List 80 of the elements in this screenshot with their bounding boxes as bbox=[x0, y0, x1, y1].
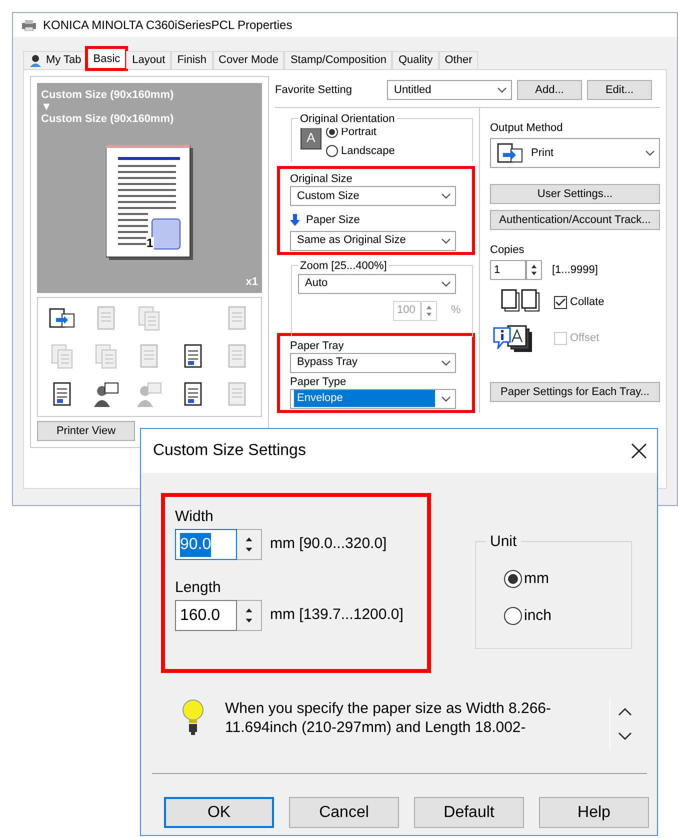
tab[interactable]: Stamp/Composition bbox=[284, 51, 392, 69]
copies-field[interactable]: 1 bbox=[490, 260, 526, 280]
checkbox[interactable] bbox=[554, 296, 567, 308]
orientation-letter: A bbox=[306, 130, 316, 145]
printer-icon bbox=[497, 142, 523, 164]
radio-label: mm bbox=[524, 569, 549, 589]
scroll-up-icon[interactable] bbox=[618, 707, 632, 716]
dialog-title: Custom Size Settings bbox=[153, 441, 306, 461]
caret-icon bbox=[441, 192, 451, 200]
range-label: [1...9999] bbox=[552, 262, 598, 278]
button[interactable]: Add... bbox=[517, 80, 582, 100]
caret-icon bbox=[441, 236, 451, 244]
radio-label: inch bbox=[524, 606, 552, 626]
group-title: Original Orientation bbox=[298, 111, 397, 128]
printer-view-button[interactable]: Printer View bbox=[37, 421, 135, 441]
field-label: Paper Type bbox=[290, 376, 348, 388]
spin-buttons[interactable] bbox=[526, 260, 542, 280]
lightbulb-icon bbox=[181, 699, 205, 737]
radio-button[interactable] bbox=[504, 570, 522, 588]
field-label: Favorite Setting bbox=[275, 82, 354, 98]
printer-icon bbox=[21, 19, 37, 31]
close-icon[interactable] bbox=[631, 443, 647, 459]
radio-button[interactable] bbox=[326, 144, 338, 157]
button[interactable]: Default bbox=[414, 797, 524, 828]
caret-icon bbox=[441, 358, 451, 366]
button[interactable]: User Settings... bbox=[490, 184, 660, 204]
window-title: KONICA MINOLTA C360iSeriesPCL Properties bbox=[43, 17, 292, 34]
button[interactable]: Authentication/Account Track... bbox=[490, 210, 660, 230]
field-label: Copies bbox=[490, 244, 526, 257]
tab[interactable]: Finish bbox=[171, 51, 213, 69]
range-label: mm [90.0...320.0] bbox=[270, 534, 387, 554]
field-label: Paper Size bbox=[306, 213, 360, 228]
preview-text: Custom Size (90x160mm) bbox=[41, 113, 175, 125]
dropdown[interactable]: Print bbox=[490, 138, 660, 168]
button[interactable]: Cancel bbox=[289, 797, 399, 828]
dropdown[interactable]: Custom Size bbox=[290, 186, 456, 206]
input-field[interactable]: 90.0 bbox=[175, 529, 237, 560]
dropdown[interactable]: Untitled bbox=[387, 80, 512, 100]
input-field[interactable]: 160.0 bbox=[175, 600, 237, 631]
field-label: Width bbox=[175, 507, 214, 527]
dropdown[interactable]: Same as Original Size bbox=[290, 230, 456, 250]
caret-icon bbox=[441, 280, 451, 288]
caret-icon bbox=[497, 86, 507, 94]
preview-text: ▼ bbox=[41, 101, 53, 113]
tab[interactable]: Layout bbox=[126, 51, 172, 69]
button[interactable]: OK bbox=[164, 797, 274, 828]
button[interactable]: Edit... bbox=[587, 80, 652, 100]
preview-text: Custom Size (90x160mm) bbox=[41, 89, 175, 101]
field-label: Output Method bbox=[490, 122, 564, 135]
person-icon[interactable] bbox=[92, 381, 120, 410]
person-icon bbox=[29, 54, 42, 67]
check-icon bbox=[555, 298, 566, 306]
field-label: Length bbox=[175, 578, 222, 598]
down-arrow-icon bbox=[290, 214, 300, 226]
checkbox-label: Offset bbox=[570, 330, 600, 346]
range-label: mm [139.7...1200.0] bbox=[270, 605, 404, 626]
tab[interactable]: My Tab bbox=[23, 51, 88, 69]
radio-label: Landscape bbox=[341, 144, 395, 158]
button[interactable]: Paper Settings for Each Tray... bbox=[490, 382, 660, 402]
caret-icon bbox=[441, 394, 451, 402]
field-label: Original Size bbox=[290, 173, 354, 186]
tab[interactable]: Cover Mode bbox=[212, 51, 284, 69]
radio-label: Portrait bbox=[341, 125, 376, 140]
button[interactable]: Help bbox=[539, 797, 649, 828]
dropdown[interactable]: Envelope bbox=[290, 388, 456, 408]
spin-buttons[interactable] bbox=[237, 600, 262, 631]
checkbox-label: Collate bbox=[570, 294, 604, 310]
spin-buttons[interactable] bbox=[237, 529, 262, 560]
copies-label: x1 bbox=[246, 274, 258, 290]
message-text: When you specify the paper size as Width 8.266- 11.694inch (210-297mm) and Length 18.002- bbox=[225, 699, 552, 737]
tab[interactable]: Basic bbox=[87, 48, 126, 69]
unit-label: % bbox=[451, 303, 461, 318]
radio-button[interactable] bbox=[504, 606, 522, 625]
caret-icon bbox=[645, 149, 655, 157]
tab[interactable]: Other bbox=[438, 51, 478, 69]
info-icon[interactable] bbox=[493, 327, 511, 349]
scroll-down-icon[interactable] bbox=[618, 732, 632, 741]
field-label: Paper Tray bbox=[290, 340, 345, 352]
dropdown[interactable]: Bypass Tray bbox=[290, 352, 456, 372]
tab[interactable]: Quality bbox=[392, 51, 439, 69]
